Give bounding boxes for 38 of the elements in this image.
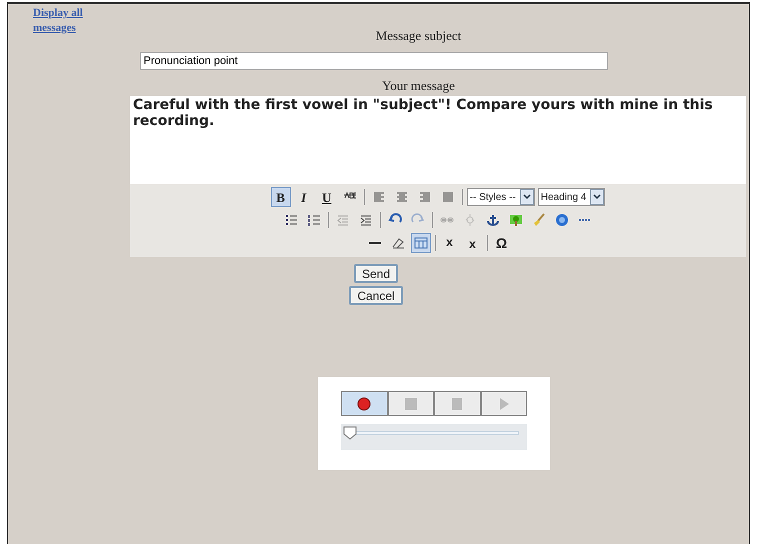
seek-track[interactable] — [341, 424, 527, 450]
send-button[interactable]: Send — [354, 264, 398, 283]
format-dropdown[interactable]: Heading 4 — [538, 188, 606, 206]
numbered-list-icon — [307, 213, 321, 227]
anchor-icon — [486, 213, 500, 227]
table-button[interactable] — [410, 233, 430, 253]
bold-button[interactable]: B — [270, 187, 291, 207]
display-all-messages-link[interactable]: Display all messages — [33, 6, 103, 36]
eraser-icon — [390, 236, 404, 250]
italic-button[interactable]: I — [294, 187, 314, 207]
align-right-icon — [418, 190, 432, 204]
indent-icon — [359, 213, 373, 227]
bulleted-list-icon — [284, 213, 298, 227]
message-editor[interactable]: Careful with the first vowel in "subject"! Compare yours with mine in this recording. — [130, 96, 746, 184]
broom-icon — [532, 213, 546, 227]
subject-label: Message subject — [376, 27, 462, 45]
message-label: Your message — [382, 76, 455, 95]
table-icon — [414, 236, 428, 250]
record-icon — [356, 396, 372, 412]
align-center-icon — [394, 190, 409, 204]
pause-button[interactable] — [434, 391, 480, 416]
play-button[interactable] — [480, 391, 527, 416]
message-text: Careful with the first vowel in "subject"! Compare yours with mine in this recording. — [133, 97, 714, 129]
subscript-button[interactable]: x — [440, 233, 460, 253]
justify-icon — [440, 190, 455, 204]
underline-button[interactable]: U — [316, 187, 337, 207]
superscript-button[interactable]: x — [462, 233, 482, 253]
stop-icon — [402, 396, 419, 412]
seek-thumb[interactable] — [343, 426, 357, 440]
subject-field[interactable]: Pronunciation point — [140, 52, 608, 70]
image-icon — [509, 213, 523, 227]
help-icon — [555, 213, 569, 227]
record-button[interactable] — [341, 391, 388, 416]
outdent-icon — [336, 213, 350, 227]
special-character-button[interactable]: Ω — [492, 233, 512, 253]
align-left-icon — [372, 190, 386, 204]
format-dropdown[interactable]: -- Styles -- — [466, 188, 535, 206]
cancel-button[interactable]: Cancel — [349, 286, 403, 305]
